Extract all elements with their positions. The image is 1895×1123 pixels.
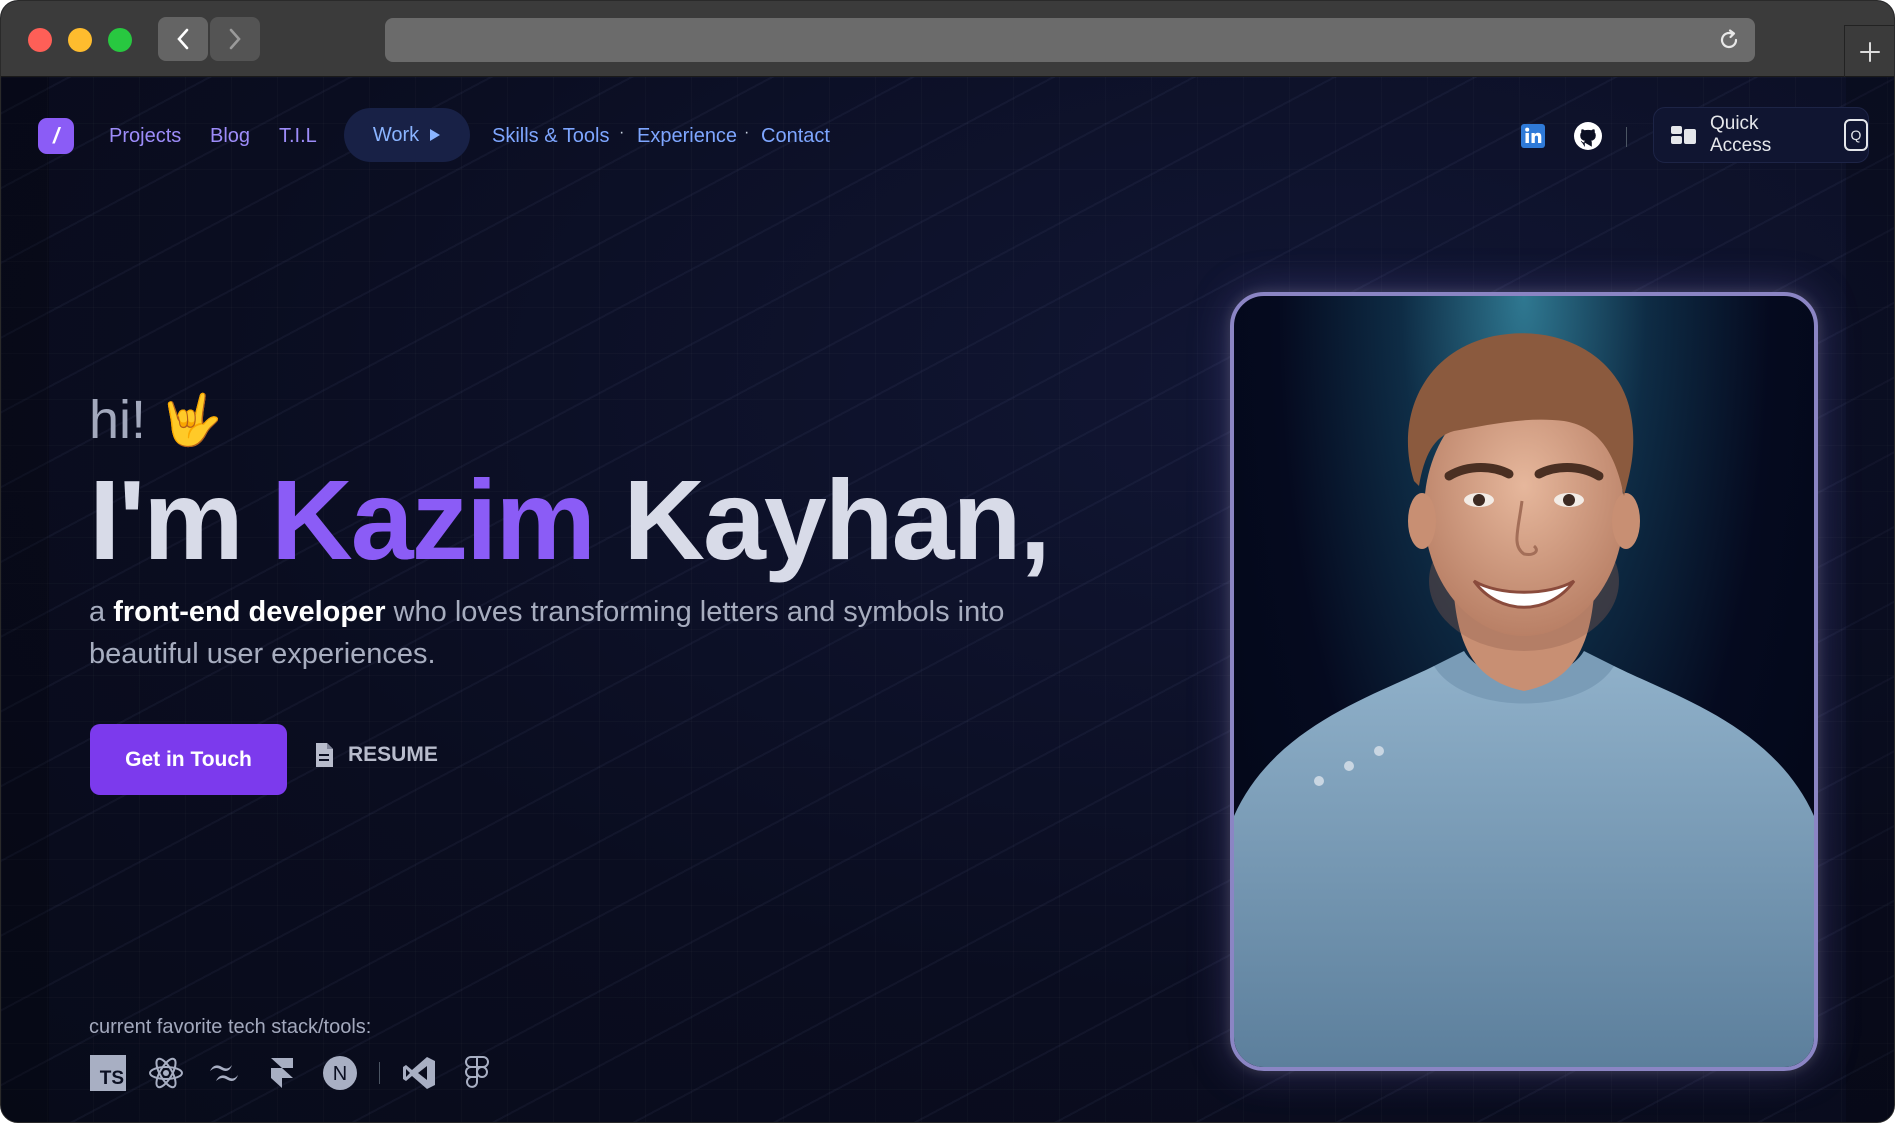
tech-stack-label: current favorite tech stack/tools:: [89, 1016, 372, 1038]
browser-toolbar: [1, 1, 1894, 77]
browser-window: / Projects Blog T.I.L Work Skills & Tool…: [0, 0, 1895, 1123]
vscode-icon[interactable]: [400, 1054, 438, 1092]
svg-text:N: N: [333, 1063, 347, 1085]
portrait-illustration: [1234, 333, 1814, 1067]
plus-icon: [1859, 41, 1880, 62]
nav-link-projects[interactable]: Projects: [109, 125, 181, 148]
resume-label: RESUME: [348, 743, 438, 766]
reload-icon[interactable]: [1717, 28, 1741, 52]
hand-wave-icon: 🤟: [160, 390, 223, 449]
quick-access-button[interactable]: Quick Access Q: [1653, 107, 1869, 163]
nav-link-blog[interactable]: Blog: [210, 125, 250, 148]
tailwind-icon[interactable]: [205, 1054, 243, 1092]
nav-separator: ·: [744, 124, 750, 141]
get-in-touch-button[interactable]: Get in Touch: [90, 724, 287, 795]
page-content: / Projects Blog T.I.L Work Skills & Tool…: [1, 77, 1894, 1122]
header-divider: [1626, 127, 1627, 147]
chevron-left-icon: [177, 28, 189, 50]
headline-first-name: Kazim: [271, 457, 596, 583]
chevron-right-icon: [229, 28, 241, 50]
left-gutter: [1, 77, 49, 1122]
nextjs-icon[interactable]: N: [321, 1054, 359, 1092]
layout-icon: [1670, 126, 1696, 144]
nav-link-work: Work: [372, 123, 420, 146]
linkedin-icon[interactable]: [1519, 122, 1547, 150]
nav-link-skills[interactable]: Skills & Tools: [492, 125, 609, 148]
forward-button[interactable]: [210, 17, 260, 61]
profile-photo: [1230, 292, 1818, 1071]
github-icon[interactable]: [1573, 121, 1603, 151]
play-icon: [430, 129, 441, 141]
quick-access-label: Quick Access: [1709, 113, 1772, 156]
maximize-window-button[interactable]: [108, 28, 132, 52]
react-icon[interactable]: [147, 1054, 185, 1092]
quick-access-shortcut: Q: [1844, 119, 1868, 151]
tech-stack-list: TS N: [89, 1054, 496, 1092]
tagline-role: front-end developer: [113, 596, 386, 628]
greeting-text: hi!: [89, 390, 147, 450]
minimize-window-button[interactable]: [68, 28, 92, 52]
address-bar[interactable]: [385, 18, 1755, 62]
hero-tagline: a front-end developer who loves transfor…: [89, 591, 1069, 675]
close-window-button[interactable]: [28, 28, 52, 52]
headline-prefix: I'm: [89, 457, 272, 583]
nav-link-contact[interactable]: Contact: [761, 125, 830, 148]
page-title: I'm Kazim Kayhan,: [89, 455, 1051, 585]
typescript-icon[interactable]: TS: [89, 1054, 127, 1092]
back-button[interactable]: [158, 17, 208, 61]
tagline-lead: a: [89, 596, 114, 628]
resume-link[interactable]: RESUME: [314, 742, 438, 768]
document-icon: [316, 743, 333, 767]
greeting: hi! 🤟: [89, 389, 222, 451]
tech-stack-divider: [379, 1062, 380, 1084]
figma-icon[interactable]: [458, 1054, 496, 1092]
nav-work-toggle[interactable]: Work: [344, 108, 470, 162]
nav-link-til[interactable]: T.I.L: [279, 125, 317, 148]
headline-last-name: Kayhan,: [593, 457, 1051, 583]
nav-link-experience[interactable]: Experience: [637, 125, 737, 148]
new-tab-button[interactable]: [1844, 25, 1894, 77]
framer-icon[interactable]: [263, 1054, 301, 1092]
nav-separator: ·: [619, 124, 625, 141]
site-logo[interactable]: /: [38, 118, 74, 154]
right-gutter: [1846, 77, 1894, 1122]
